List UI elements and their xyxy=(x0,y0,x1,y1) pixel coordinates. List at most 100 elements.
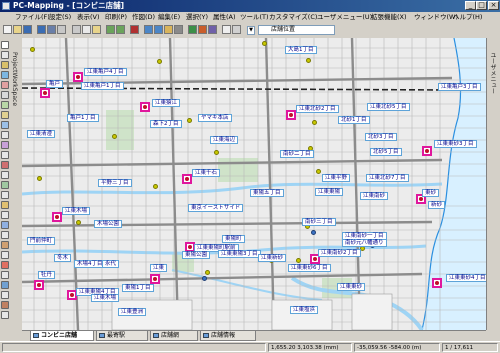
map-label[interactable]: 北砂3丁目 xyxy=(365,133,397,141)
map-label[interactable]: 江東木場 xyxy=(62,207,91,215)
menu-select[interactable]: 選択(Y) xyxy=(185,13,209,22)
map-point[interactable] xyxy=(214,150,219,155)
line-tool-icon[interactable] xyxy=(1,71,9,79)
rect-tool-icon[interactable] xyxy=(1,61,9,69)
snap-tool-icon[interactable] xyxy=(1,211,9,219)
map-label[interactable]: 江東木場 xyxy=(91,294,120,302)
map-point[interactable] xyxy=(306,58,311,63)
select-tool-icon[interactable] xyxy=(1,51,9,59)
map-label[interactable]: 江東東砂4丁目 xyxy=(446,274,486,282)
map-point[interactable] xyxy=(205,270,210,275)
map-label[interactable]: 東陽五丁目 xyxy=(250,189,284,197)
polygon-tool-icon[interactable] xyxy=(1,81,9,89)
user-menu-panel[interactable]: ユーザメニュー xyxy=(486,38,500,330)
map-point[interactable] xyxy=(312,120,317,125)
store-marker[interactable] xyxy=(422,146,432,156)
map-label[interactable]: 江東北砂7丁目 xyxy=(366,174,409,182)
map-label[interactable]: 永代 xyxy=(102,260,120,268)
map-point[interactable] xyxy=(187,118,192,123)
map-label[interactable]: 江東亀戸4丁目 xyxy=(84,68,127,76)
full-extent-icon[interactable] xyxy=(174,25,183,34)
map-point[interactable] xyxy=(153,184,158,189)
map-label[interactable]: 江東 xyxy=(150,264,168,272)
map-point[interactable] xyxy=(30,47,35,52)
map-label[interactable]: 南砂三丁目 xyxy=(302,218,336,226)
save-icon[interactable] xyxy=(23,25,32,34)
label-tool-icon[interactable] xyxy=(1,251,9,259)
map-label[interactable]: 江東海辺 xyxy=(210,136,239,144)
map-label[interactable]: 平野三丁目 xyxy=(98,179,132,187)
redo-icon[interactable] xyxy=(116,25,125,34)
layer-icon[interactable] xyxy=(188,25,197,34)
split-tool-icon[interactable] xyxy=(1,181,9,189)
paste-icon[interactable] xyxy=(92,25,101,34)
menu-edit[interactable]: 編集(E) xyxy=(157,13,181,22)
map-label[interactable]: 江東亀戸1丁目 xyxy=(81,82,124,90)
map-label[interactable]: 木場4丁目 xyxy=(74,260,106,268)
map-label[interactable]: 江東南砂2丁目 xyxy=(318,249,361,257)
menu-settings[interactable]: 設定(S) xyxy=(48,13,72,22)
tab-convenience-stores[interactable]: コンビニ店舗 xyxy=(30,331,94,341)
vertex-tool-icon[interactable] xyxy=(1,171,9,179)
map-label[interactable]: 東砂 xyxy=(422,189,440,197)
tab-store-info[interactable]: 店舗情報 xyxy=(200,331,256,341)
search-tool-icon[interactable] xyxy=(1,301,9,309)
map-label[interactable]: 牡丹 xyxy=(38,271,56,279)
store-marker[interactable] xyxy=(182,174,192,184)
map-label[interactable]: 江東亀戸3丁目 xyxy=(438,83,481,91)
map-label[interactable]: 北砂5丁目 xyxy=(370,148,402,156)
menu-help[interactable]: ヘルプ(H) xyxy=(452,13,483,22)
delete-icon[interactable] xyxy=(130,25,139,34)
info-tool-icon[interactable] xyxy=(1,311,9,319)
map-label[interactable]: 江東南砂 xyxy=(360,192,389,200)
map-label[interactable]: 江東東砂3丁目 xyxy=(434,140,477,148)
scale-tool-icon[interactable] xyxy=(1,151,9,159)
zoom-in-icon[interactable] xyxy=(144,25,153,34)
menu-draw[interactable]: 作図(D) xyxy=(131,13,156,22)
map-label[interactable]: 江東新砂 xyxy=(258,254,287,262)
map-label[interactable]: 江東東陽3丁目 xyxy=(218,250,261,258)
menu-user[interactable]: ユーザメニュー(U) xyxy=(316,13,373,22)
store-marker[interactable] xyxy=(73,72,83,82)
map-point[interactable] xyxy=(112,134,117,139)
preview-icon[interactable] xyxy=(57,25,66,34)
menu-extensions[interactable]: 拡張機能(X) xyxy=(370,13,408,22)
map-canvas[interactable]: 大島1丁目 亀戸 江東亀戸4丁目 江東亀戸1丁目 江東亀戸3丁目 江東北砂5丁目… xyxy=(22,38,486,330)
map-label[interactable]: 東京イーストサイド xyxy=(188,204,244,212)
minimize-button[interactable]: _ xyxy=(465,1,476,10)
menu-print[interactable]: 印刷(P) xyxy=(104,13,128,22)
store-marker[interactable] xyxy=(150,274,160,284)
store-marker[interactable] xyxy=(34,280,44,290)
map-label[interactable]: 新砂 xyxy=(428,201,446,209)
map-label[interactable]: 東陽町 xyxy=(222,235,245,243)
map-label[interactable]: 南砂元八幡通り xyxy=(342,239,387,247)
measure-icon[interactable] xyxy=(232,25,241,34)
map-label[interactable]: 東陽公園 xyxy=(182,251,211,259)
move-tool-icon[interactable] xyxy=(1,131,9,139)
map-label[interactable]: 亀戸 xyxy=(46,80,64,88)
text-tool-icon[interactable] xyxy=(1,111,9,119)
buffer-tool-icon[interactable] xyxy=(1,201,9,209)
menu-file[interactable]: ファイル(F) xyxy=(14,13,51,22)
map-label[interactable]: ヤマキ本店 xyxy=(198,114,232,122)
marker-tool-icon[interactable] xyxy=(1,261,9,269)
map-label[interactable]: 森下2丁目 xyxy=(150,120,182,128)
store-marker[interactable] xyxy=(432,278,442,288)
pan-icon[interactable] xyxy=(164,25,173,34)
map-label[interactable]: 南砂二丁目 xyxy=(280,150,314,158)
map-point[interactable] xyxy=(76,220,81,225)
map-label[interactable]: 江東東砂6丁目 xyxy=(288,264,331,272)
merge-tool-icon[interactable] xyxy=(1,191,9,199)
table-icon[interactable] xyxy=(208,25,217,34)
map-label[interactable]: 江東豊洲 xyxy=(118,308,147,316)
map-point[interactable] xyxy=(37,176,42,181)
erase-tool-icon[interactable] xyxy=(1,161,9,169)
close-button[interactable]: × xyxy=(488,1,499,10)
map-label[interactable]: 冬木 xyxy=(54,254,72,262)
map-label[interactable]: 江東清澄 xyxy=(27,130,56,138)
open-icon[interactable] xyxy=(13,25,22,34)
store-marker[interactable] xyxy=(286,110,296,120)
map-point[interactable] xyxy=(157,59,162,64)
select-arrow-icon[interactable] xyxy=(222,25,231,34)
menu-view[interactable]: 表示(V) xyxy=(76,13,101,22)
